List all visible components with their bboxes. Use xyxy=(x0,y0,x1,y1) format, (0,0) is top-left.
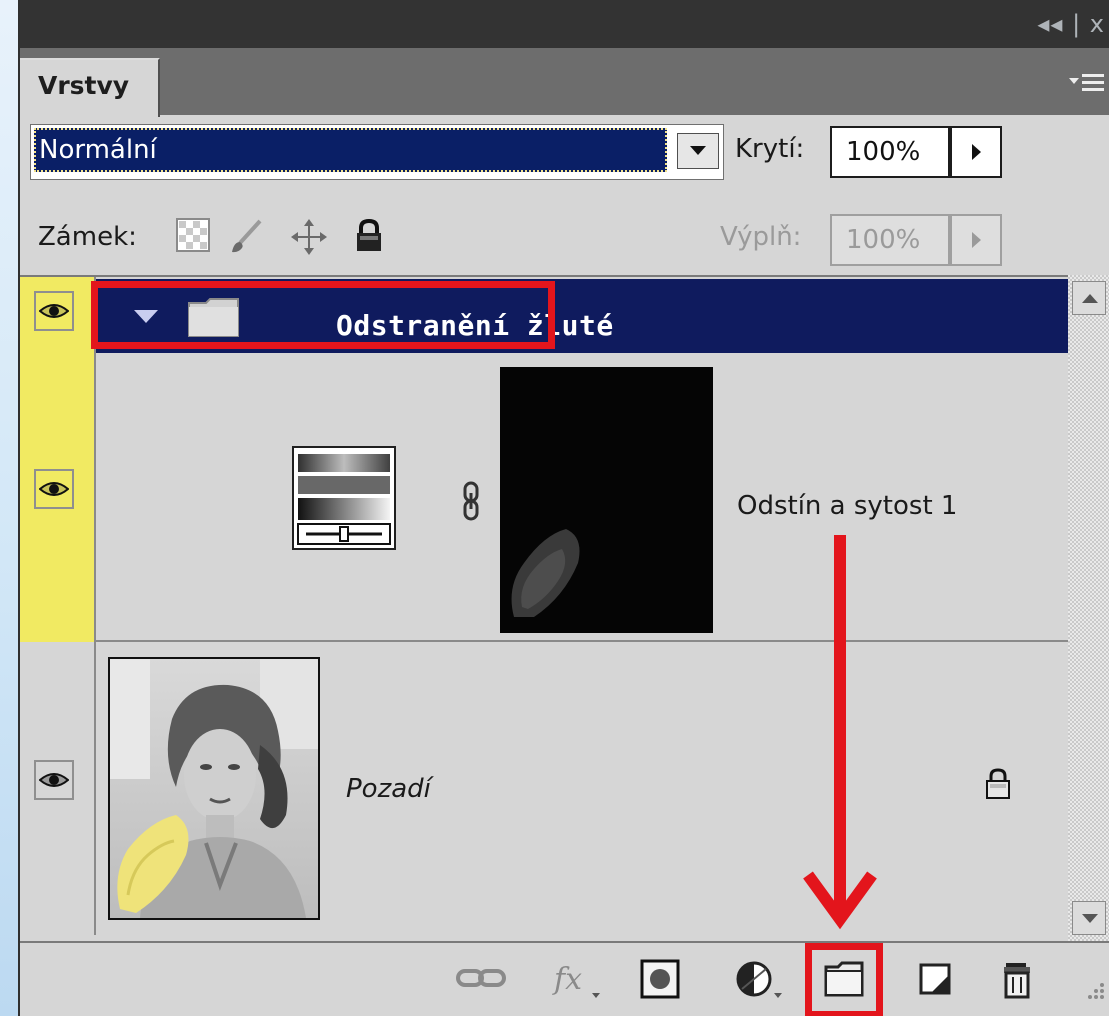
lock-transparency-icon[interactable] xyxy=(176,218,210,256)
tab-layers-label: Vrstvy xyxy=(38,71,130,100)
opacity-label: Krytí: xyxy=(735,134,805,164)
scroll-up-icon[interactable] xyxy=(1072,281,1106,315)
adjustment-layer-row[interactable]: Odstín a sytost 1 xyxy=(96,353,1068,642)
scroll-down-icon[interactable] xyxy=(1072,901,1106,935)
layers-scrollbar[interactable] xyxy=(1068,275,1109,941)
adjustment-layer-name[interactable]: Odstín a sytost 1 xyxy=(737,491,957,521)
panel-title-bar: ◂◂ | x xyxy=(20,0,1109,48)
link-layers-icon[interactable] xyxy=(452,957,512,1001)
hue-saturation-adjustment-icon[interactable] xyxy=(292,446,396,550)
trash-icon[interactable] xyxy=(996,957,1040,1001)
fx-icon[interactable]: fx xyxy=(550,957,606,1001)
fill-slider-arrow-icon[interactable] xyxy=(950,214,1002,266)
new-layer-icon[interactable] xyxy=(913,957,957,1001)
lock-icon xyxy=(983,767,1013,805)
opacity-input[interactable]: 100% xyxy=(830,126,950,178)
svg-text:fx: fx xyxy=(552,962,582,997)
tab-layers[interactable]: Vrstvy xyxy=(20,58,160,117)
blend-mode-select[interactable]: Normální xyxy=(30,124,724,180)
opacity-slider-arrow-icon[interactable] xyxy=(950,126,1002,178)
lock-all-icon[interactable] xyxy=(352,218,386,258)
layers-panel: ◂◂ | x Vrstvy Normální Krytí: 100% Zámek… xyxy=(0,0,1109,1016)
panel-tab-row: Vrstvy xyxy=(20,48,1109,117)
layers-bottom-toolbar: fx xyxy=(20,941,1109,1016)
lock-image-brush-icon[interactable] xyxy=(228,218,264,260)
panel-menu-icon[interactable] xyxy=(1067,72,1107,96)
chevron-down-icon[interactable] xyxy=(677,133,719,169)
highlight-box-group xyxy=(91,281,555,349)
layer-mask-thumbnail[interactable] xyxy=(500,367,713,633)
collapse-close-controls[interactable]: ◂◂ | x xyxy=(1037,10,1105,38)
highlight-box-new-group xyxy=(805,943,883,1016)
eye-icon[interactable] xyxy=(34,291,74,331)
fill-input[interactable]: 100% xyxy=(830,214,950,266)
lock-position-move-icon[interactable] xyxy=(290,218,328,260)
chain-link-icon[interactable] xyxy=(462,481,480,525)
annotation-arrow xyxy=(800,535,880,930)
layers-list: Odstranění žluté Odstín a sytost 1 Pozad… xyxy=(20,275,1068,935)
window-edge xyxy=(0,0,20,1016)
blend-mode-value: Normální xyxy=(34,128,667,172)
lock-label: Zámek: xyxy=(38,222,137,252)
adjustment-layer-icon[interactable] xyxy=(732,957,788,1001)
eye-icon[interactable] xyxy=(34,469,74,509)
group-eye-column xyxy=(20,277,96,642)
resize-grip-icon[interactable] xyxy=(1080,979,1106,1009)
background-layer-name[interactable]: Pozadí xyxy=(346,774,431,804)
add-mask-icon[interactable] xyxy=(638,957,682,1001)
fill-label: Výplň: xyxy=(720,222,802,252)
background-layer-thumbnail[interactable] xyxy=(108,657,320,920)
background-layer-row[interactable]: Pozadí xyxy=(20,642,1068,935)
